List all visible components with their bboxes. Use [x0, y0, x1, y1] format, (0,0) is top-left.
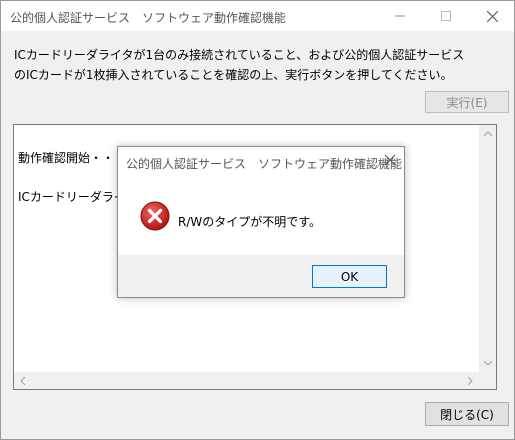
dialog-close-button[interactable] [384, 154, 396, 169]
dialog-title: 公的個人認証サービス ソフトウェア動作確認機能 [126, 157, 403, 171]
scroll-right-icon[interactable] [462, 372, 479, 389]
maximize-button[interactable] [423, 1, 469, 31]
scroll-left-icon[interactable] [14, 372, 31, 389]
horizontal-scrollbar[interactable] [14, 372, 479, 389]
instruction-message: ICカードリーダライタが1台のみ接続されていること、および公的個人認証サービス … [14, 45, 504, 85]
instruction-line-1: ICカードリーダライタが1台のみ接続されていること、および公的個人認証サービス [14, 48, 465, 62]
scroll-down-icon[interactable] [479, 355, 496, 372]
close-button[interactable] [469, 1, 515, 31]
error-icon [140, 201, 170, 234]
minimize-button[interactable] [377, 1, 423, 31]
window-title: 公的個人認証サービス ソフトウェア動作確認機能 [10, 11, 287, 25]
ok-button[interactable]: OK [312, 265, 387, 288]
dialog-body: R/Wのタイプが不明です。 [118, 177, 404, 255]
scroll-up-icon[interactable] [479, 125, 496, 142]
scroll-corner [479, 372, 496, 389]
close-icon [486, 10, 498, 22]
instruction-line-2: のICカードが1枚挿入されていることを確認の上、実行ボタンを押してください。 [14, 68, 453, 82]
dialog-message: R/Wのタイプが不明です。 [178, 215, 322, 229]
main-window: 公的個人認証サービス ソフトウェア動作確認機能 ICカードリーダライタが1台のみ… [0, 0, 515, 440]
vertical-scrollbar[interactable] [479, 125, 496, 372]
maximize-icon [441, 11, 451, 21]
error-dialog: 公的個人認証サービス ソフトウェア動作確認機能 R/Wのタイプが不明です。 OK [117, 146, 405, 298]
dialog-title-bar[interactable]: 公的個人認証サービス ソフトウェア動作確認機能 [118, 147, 404, 177]
title-bar[interactable]: 公的個人認証サービス ソフトウェア動作確認機能 [1, 1, 514, 31]
close-dialog-button[interactable]: 閉じる(C) [425, 402, 509, 426]
minimize-icon [395, 15, 405, 17]
run-button[interactable]: 実行(E) [425, 91, 509, 113]
close-icon [384, 154, 396, 166]
